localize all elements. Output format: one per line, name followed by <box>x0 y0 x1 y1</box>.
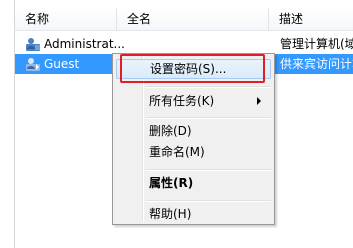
user-description: 供来宾访问计算 <box>280 57 353 71</box>
column-header-description[interactable]: 描述 <box>269 8 353 30</box>
user-description: 管理计算机(域 <box>280 37 353 51</box>
name-cell: Administrat... <box>25 34 139 54</box>
menu-item-rename[interactable]: 重命名(M) <box>116 142 271 162</box>
column-header-full-name[interactable]: 全名 <box>117 8 267 30</box>
menu-item-all-tasks[interactable]: 所有任务(K) <box>116 91 271 111</box>
user-name: Administrat... <box>44 37 125 51</box>
menu-item-help[interactable]: 帮助(H) <box>116 204 271 224</box>
list-row-administrator[interactable]: Administrat... 管理计算机(域 <box>15 34 353 54</box>
user-icon <box>26 38 40 51</box>
submenu-arrow-icon <box>257 97 261 105</box>
highlight-focus-box <box>120 54 265 83</box>
menu-item-all-tasks-label: 所有任务(K) <box>149 94 215 108</box>
list-header: 名称 全名 描述 <box>15 8 353 31</box>
column-header-name[interactable]: 名称 <box>15 8 115 30</box>
menu-item-delete[interactable]: 删除(D) <box>116 121 271 141</box>
menu-separator-3 <box>146 169 271 171</box>
user-name: Guest <box>44 57 80 71</box>
menu-separator-4 <box>146 200 271 202</box>
menu-separator-1 <box>146 86 271 88</box>
local-users-window: 名称 全名 描述 Administrat... 管理计算机(域 Guest 供来… <box>0 0 353 248</box>
menu-item-properties[interactable]: 属性(R) <box>116 173 271 193</box>
menu-separator-2 <box>146 117 271 119</box>
guest-user-icon <box>26 58 40 71</box>
